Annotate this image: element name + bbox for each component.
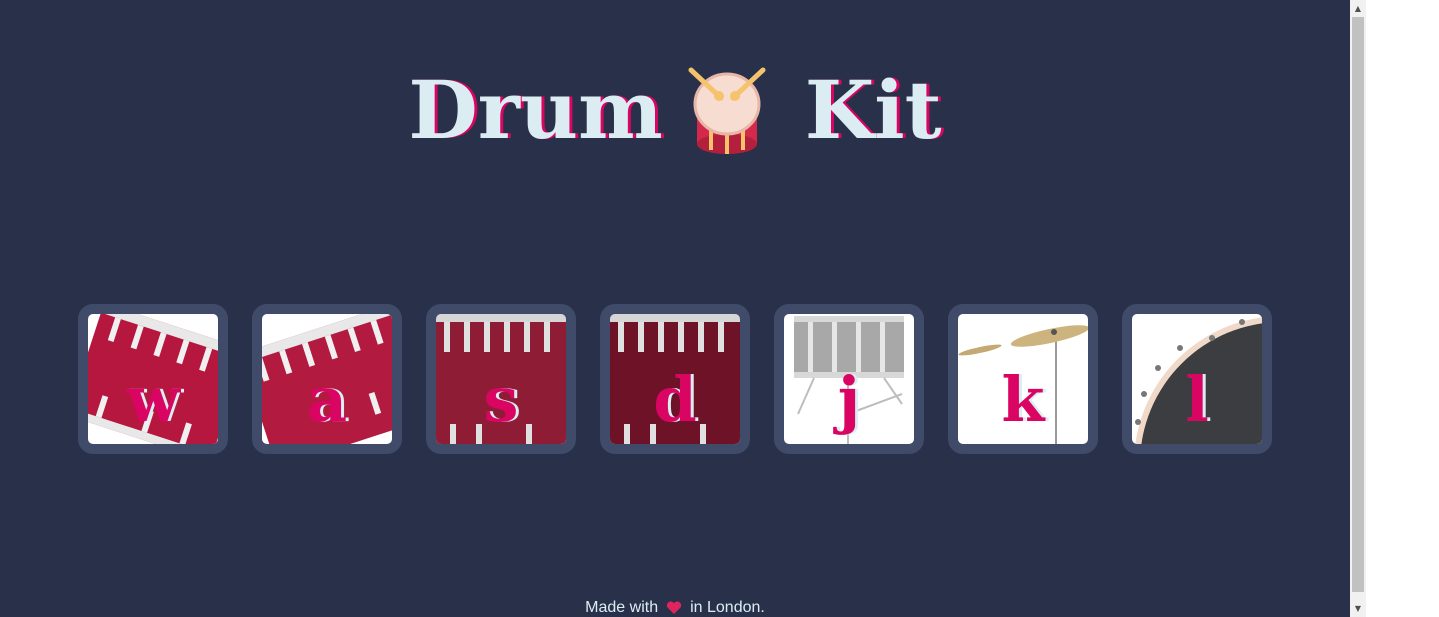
- drum-key-label: a: [306, 363, 348, 436]
- title-word-drum: Drum: [408, 63, 663, 157]
- drum-key-label: w: [126, 363, 180, 436]
- page-title: Drum Kit: [0, 60, 1350, 162]
- drum-button-l[interactable]: l: [1122, 304, 1272, 454]
- heart-icon: [666, 600, 682, 614]
- footer: Made with in London.: [0, 597, 1350, 617]
- scroll-up-arrow-icon[interactable]: ▲: [1350, 0, 1366, 17]
- scrollbar-thumb[interactable]: [1352, 17, 1364, 592]
- drum-icon: [687, 66, 777, 156]
- drum-button-j[interactable]: j: [774, 304, 924, 454]
- footer-text-after: in London.: [690, 599, 765, 616]
- drum-button-a[interactable]: a: [252, 304, 402, 454]
- title-word-kit: Kit: [804, 63, 942, 157]
- drum-button-s[interactable]: s: [426, 304, 576, 454]
- page: Drum Kit w a s d j k l Made with in Lond…: [0, 0, 1350, 617]
- drum-button-d[interactable]: d: [600, 304, 750, 454]
- drum-button-w[interactable]: w: [78, 304, 228, 454]
- vertical-scrollbar[interactable]: ▲ ▼: [1350, 0, 1366, 617]
- footer-text-before: Made with: [585, 599, 659, 616]
- drum-set: w a s d j k l: [78, 304, 1272, 454]
- drum-button-k[interactable]: k: [948, 304, 1098, 454]
- drum-key-label: d: [653, 363, 697, 436]
- drum-key-label: j: [837, 363, 861, 436]
- drum-key-label: l: [1185, 363, 1209, 436]
- drum-key-label: s: [483, 363, 519, 436]
- drum-key-label: k: [1001, 363, 1045, 436]
- scroll-down-arrow-icon[interactable]: ▼: [1350, 600, 1366, 617]
